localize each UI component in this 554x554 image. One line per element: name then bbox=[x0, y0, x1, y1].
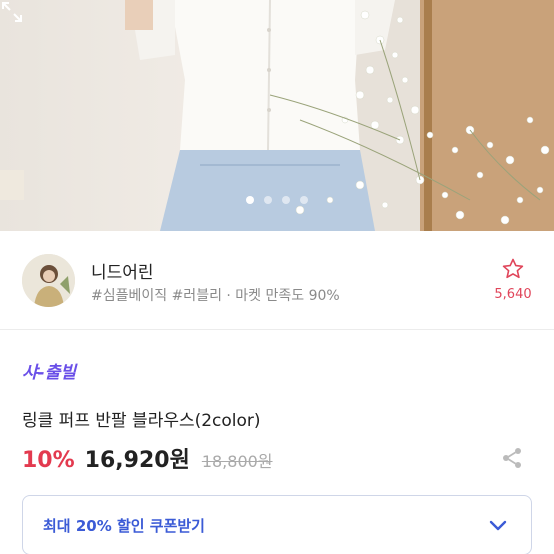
product-image-gallery[interactable] bbox=[0, 0, 554, 231]
price-row: 10% 16,920원 18,800원 bbox=[22, 442, 273, 474]
gallery-dot[interactable] bbox=[282, 196, 290, 204]
gallery-dot[interactable] bbox=[246, 196, 254, 204]
store-name[interactable]: 니드어린 bbox=[91, 258, 154, 283]
gallery-pagination[interactable] bbox=[0, 196, 554, 204]
sale-price: 16,920원 bbox=[84, 448, 190, 473]
product-title: 링클 퍼프 반팔 블라우스(2color) bbox=[22, 411, 261, 431]
original-price: 18,800원 bbox=[201, 452, 273, 471]
share-icon[interactable] bbox=[500, 446, 524, 470]
star-icon[interactable] bbox=[501, 257, 525, 281]
gallery-dot[interactable] bbox=[264, 196, 272, 204]
chevron-down-icon bbox=[489, 520, 507, 531]
store-info[interactable]: 니드어린 #심플베이직 #러블리 · 마켓 만족도 90% 5,640 bbox=[0, 231, 554, 330]
favorite-button[interactable]: 5,640 bbox=[493, 257, 533, 302]
coupon-label: 최대 20% 할인 쿠폰받기 bbox=[43, 517, 205, 535]
discount-rate: 10% bbox=[22, 448, 75, 473]
favorite-count: 5,640 bbox=[494, 287, 532, 302]
gallery-dot[interactable] bbox=[300, 196, 308, 204]
store-tags: #심플베이직 #러블리 · 마켓 만족도 90% bbox=[91, 288, 340, 304]
store-avatar[interactable] bbox=[22, 254, 75, 307]
product-badge: 샤-출빌 bbox=[22, 363, 76, 383]
coupon-button[interactable]: 최대 20% 할인 쿠폰받기 bbox=[22, 495, 532, 554]
expand-icon[interactable] bbox=[0, 0, 24, 24]
